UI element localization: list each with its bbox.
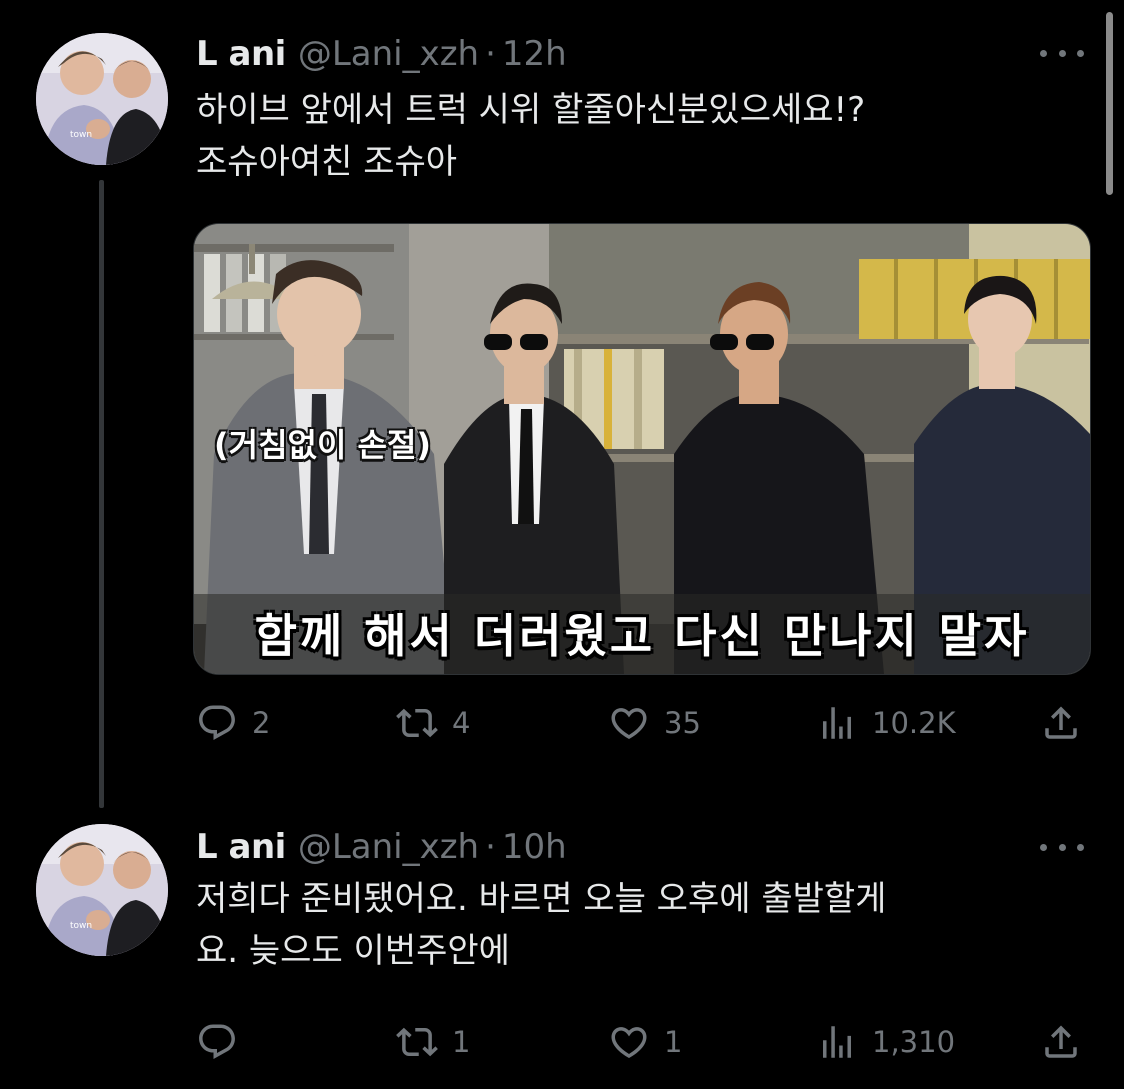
views-count: 1,310: [872, 1025, 956, 1059]
views-icon: [823, 1026, 851, 1058]
separator-dot: ·: [485, 34, 496, 74]
avatar-image: town: [36, 824, 168, 956]
reply-icon: [199, 705, 235, 740]
tweet[interactable]: town L ani @Lani_xzh · 10h 저희다 준비됐어요. 바르…: [0, 810, 1124, 1089]
share-button[interactable]: [1040, 698, 1082, 748]
action-bar: 2 4 35 10.2K: [196, 698, 1086, 748]
video-caption-main: 함께 해서 더러웠고 다신 만나지 말자: [254, 609, 1030, 663]
retweet-button[interactable]: 4: [396, 698, 470, 748]
media-image[interactable]: (거침없이 손절) 함께 해서 더러웠고 다신 만나지 말자: [193, 223, 1091, 675]
share-icon: [1045, 706, 1077, 739]
tweet-text-line: 하이브 앞에서 트럭 시위 할줄아신분있으세요!?: [196, 90, 866, 130]
tweet-text: 저희다 준비됐어요. 바르면 오늘 오후에 출발할게 요. 늦으도 이번주안에: [196, 873, 1076, 977]
timestamp[interactable]: 10h: [502, 827, 567, 867]
action-bar: 1 1 1,310: [196, 1017, 1086, 1067]
reply-button[interactable]: 2: [196, 698, 270, 748]
reply-count: 2: [252, 706, 271, 740]
like-button[interactable]: 35: [608, 698, 701, 748]
share-icon: [1045, 1025, 1077, 1058]
svg-text:town: town: [70, 921, 92, 931]
thread-line: [99, 180, 104, 808]
tweet-text-line: 요. 늦으도 이번주안에: [196, 931, 510, 971]
retweet-count: 4: [452, 706, 471, 740]
views-button[interactable]: 1,310: [816, 1017, 955, 1067]
more-icon[interactable]: [1040, 837, 1084, 857]
views-count: 10.2K: [872, 706, 956, 740]
like-count: 35: [664, 706, 701, 740]
reply-button[interactable]: [196, 1017, 252, 1067]
heart-icon: [611, 708, 647, 740]
retweet-icon: [396, 708, 438, 738]
retweet-count: 1: [452, 1025, 471, 1059]
author-name[interactable]: L ani: [196, 827, 286, 867]
avatar[interactable]: town: [36, 33, 168, 165]
views-icon: [823, 707, 851, 739]
tweet-text-line: 조슈아여친 조슈아: [196, 142, 458, 182]
reply-icon: [199, 1024, 235, 1059]
tweet-header: L ani @Lani_xzh · 10h: [196, 825, 567, 869]
video-caption-small: (거침없이 손절): [214, 426, 432, 464]
heart-icon: [611, 1027, 647, 1059]
tweet[interactable]: town L ani @Lani_xzh · 12h 하이브 앞에서 트럭 시위…: [0, 0, 1124, 810]
like-count: 1: [664, 1025, 683, 1059]
author-name[interactable]: L ani: [196, 34, 286, 74]
svg-text:town: town: [70, 130, 92, 140]
avatar-image: town: [36, 33, 168, 165]
more-icon[interactable]: [1040, 43, 1084, 63]
author-handle[interactable]: @Lani_xzh: [298, 34, 479, 74]
share-button[interactable]: [1040, 1017, 1082, 1067]
like-button[interactable]: 1: [608, 1017, 682, 1067]
separator-dot: ·: [485, 827, 496, 867]
author-handle[interactable]: @Lani_xzh: [298, 827, 479, 867]
views-button[interactable]: 10.2K: [816, 698, 956, 748]
tweet-text-line: 저희다 준비됐어요. 바르면 오늘 오후에 출발할게: [196, 879, 887, 919]
tweet-text: 하이브 앞에서 트럭 시위 할줄아신분있으세요!? 조슈아여친 조슈아: [196, 84, 1076, 188]
tweet-header: L ani @Lani_xzh · 12h: [196, 32, 567, 76]
scrollbar[interactable]: [1106, 12, 1113, 195]
timestamp[interactable]: 12h: [502, 34, 567, 74]
avatar[interactable]: town: [36, 824, 168, 956]
retweet-icon: [396, 1027, 438, 1057]
retweet-button[interactable]: 1: [396, 1017, 470, 1067]
